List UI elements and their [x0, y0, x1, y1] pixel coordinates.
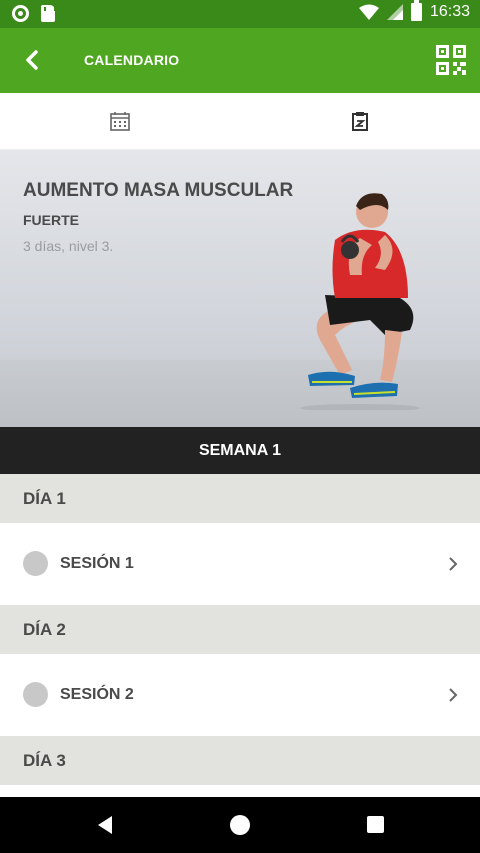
qr-code-icon[interactable]: [436, 45, 466, 75]
week-header: SEMANA 1: [0, 427, 480, 474]
system-nav-bar: [0, 797, 480, 853]
app-bar: CALENDARIO: [0, 28, 480, 93]
day-header: DÍA 3: [0, 736, 480, 785]
status-bar: 16:33: [0, 0, 480, 28]
session-row-partial: [0, 785, 480, 797]
day-label: DÍA 2: [23, 620, 66, 639]
wifi-icon: [358, 4, 379, 20]
session-row[interactable]: SESIÓN 1: [0, 523, 480, 605]
sd-card-icon: [41, 5, 56, 22]
notification-icon: [12, 5, 29, 22]
chevron-right-icon: [449, 688, 458, 702]
nav-back-icon[interactable]: [96, 815, 114, 835]
tab-bar: [0, 93, 480, 150]
session-label: SESIÓN 2: [60, 686, 134, 703]
session-status-indicator: [23, 682, 48, 707]
tab-calendar[interactable]: [0, 93, 240, 149]
day-header: DÍA 2: [0, 605, 480, 654]
day-header: DÍA 1: [0, 474, 480, 523]
chevron-right-icon: [449, 557, 458, 571]
page-title: CALENDARIO: [84, 52, 180, 68]
nav-home-icon[interactable]: [230, 815, 250, 835]
calendar-icon: [110, 112, 130, 131]
program-title: AUMENTO MASA MUSCULAR: [23, 180, 294, 201]
session-label: SESIÓN 1: [60, 555, 134, 572]
session-status-indicator: [23, 551, 48, 576]
battery-icon: [410, 0, 422, 21]
nav-recents-icon[interactable]: [367, 816, 384, 833]
day-label: DÍA 1: [23, 489, 66, 508]
back-button[interactable]: [20, 48, 44, 72]
program-description: 3 días, nivel 3.: [23, 238, 114, 254]
session-row[interactable]: SESIÓN 2: [0, 654, 480, 736]
athlete-illustration: [300, 193, 420, 410]
program-level: FUERTE: [23, 212, 79, 228]
status-time: 16:33: [429, 3, 470, 20]
tab-plan[interactable]: [240, 93, 480, 149]
clipboard-icon: [352, 112, 368, 131]
day-label: DÍA 3: [23, 751, 66, 770]
back-icon: [26, 50, 38, 70]
program-hero: AUMENTO MASA MUSCULAR FUERTE 3 días, niv…: [0, 150, 480, 427]
signal-icon: [386, 4, 403, 20]
